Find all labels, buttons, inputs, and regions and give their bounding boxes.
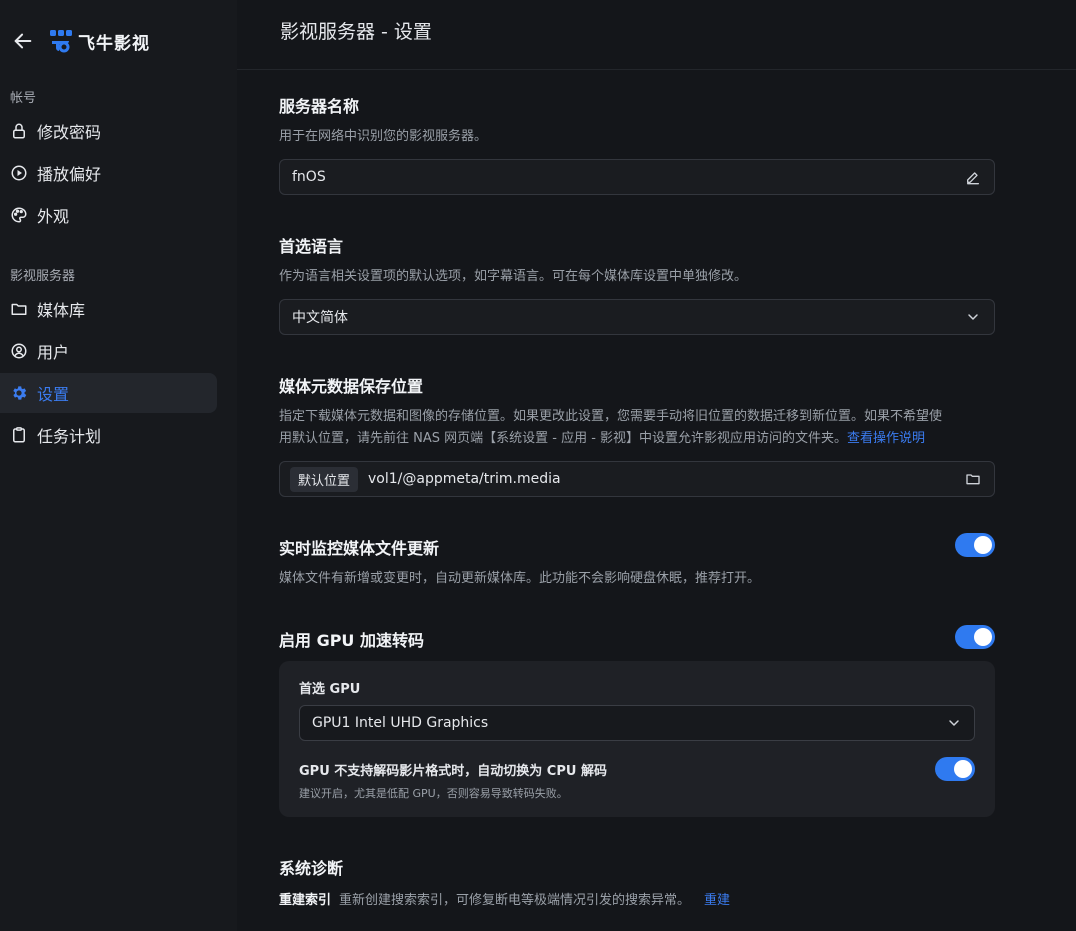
toggle-knob bbox=[954, 760, 972, 778]
metadata-desc-line-2: 用默认位置，请先前往 NAS 网页端【系统设置 - 应用 - 影视】中设置允许影… bbox=[279, 428, 999, 450]
folder-icon bbox=[10, 300, 28, 318]
realtime-monitor-toggle[interactable] bbox=[955, 533, 995, 557]
language-desc: 作为语言相关设置项的默认选项，如字幕语言。可在每个媒体库设置中单独修改。 bbox=[279, 269, 748, 284]
user-circle-icon bbox=[10, 342, 28, 360]
realtime-monitor-desc: 媒体文件有新增或变更时，自动更新媒体库。此功能不会影响硬盘休眠，推荐打开。 bbox=[279, 571, 761, 586]
play-circle-icon bbox=[10, 164, 28, 182]
sidebar-group-media-server: 影视服务器 bbox=[10, 269, 76, 284]
sidebar: 飞牛影视 帐号 修改密码 播放偏好 外观 影视服务器 媒体库 用户 设置 任务计… bbox=[0, 0, 237, 931]
chevron-down-icon bbox=[964, 308, 982, 326]
sidebar-item-playback-preferences[interactable]: 播放偏好 bbox=[0, 153, 217, 193]
view-instructions-link[interactable]: 查看操作说明 bbox=[847, 431, 925, 446]
server-name-field[interactable]: fnOS bbox=[279, 159, 995, 195]
language-value: 中文简体 bbox=[292, 310, 348, 326]
metadata-path-value: vol1/@appmeta/trim.media bbox=[368, 471, 561, 487]
folder-icon[interactable] bbox=[964, 470, 982, 488]
default-location-badge: 默认位置 bbox=[290, 466, 359, 492]
sidebar-item-label: 设置 bbox=[37, 385, 70, 404]
server-name-title: 服务器名称 bbox=[279, 97, 360, 116]
sidebar-item-label: 播放偏好 bbox=[37, 165, 102, 184]
metadata-desc-text: 用默认位置，请先前往 NAS 网页端【系统设置 - 应用 - 影视】中设置允许影… bbox=[279, 431, 848, 446]
edit-icon[interactable] bbox=[964, 168, 982, 186]
diagnostics-title: 系统诊断 bbox=[279, 859, 344, 878]
realtime-monitor-title: 实时监控媒体文件更新 bbox=[279, 539, 440, 558]
metadata-location-desc: 指定下载媒体元数据和图像的存储位置。如果更改此设置，您需要手动将旧位置的数据迁移… bbox=[279, 406, 999, 450]
sidebar-item-label: 媒体库 bbox=[37, 301, 86, 320]
arrow-left-icon bbox=[14, 33, 32, 49]
sidebar-item-label: 修改密码 bbox=[37, 123, 102, 142]
server-name-desc: 用于在网络中识别您的影视服务器。 bbox=[279, 129, 488, 144]
sidebar-item-scheduled-tasks[interactable]: 任务计划 bbox=[0, 415, 217, 455]
cpu-fallback-toggle[interactable] bbox=[935, 757, 975, 781]
server-name-value: fnOS bbox=[292, 169, 326, 185]
preferred-gpu-select[interactable]: GPU1 Intel UHD Graphics bbox=[299, 705, 975, 741]
app-name: 飞牛影视 bbox=[78, 33, 150, 54]
gpu-options-panel: 首选 GPU GPU1 Intel UHD Graphics GPU 不支持解码… bbox=[279, 661, 995, 817]
app-logo-icon bbox=[50, 30, 72, 53]
brand: 飞牛影视 bbox=[10, 24, 150, 58]
sidebar-group-account: 帐号 bbox=[10, 91, 37, 106]
gpu-transcode-toggle[interactable] bbox=[955, 625, 995, 649]
reindex-row: 重建索引 重新创建搜索索引，可修复断电等极端情况引发的搜索异常。 重建 bbox=[279, 889, 730, 908]
reindex-label: 重建索引 bbox=[279, 893, 332, 908]
metadata-desc-line-1: 指定下载媒体元数据和图像的存储位置。如果更改此设置，您需要手动将旧位置的数据迁移… bbox=[279, 409, 943, 424]
reindex-button[interactable]: 重建 bbox=[704, 889, 730, 908]
preferred-gpu-label: 首选 GPU bbox=[299, 682, 361, 697]
sidebar-item-appearance[interactable]: 外观 bbox=[0, 195, 217, 235]
toggle-knob bbox=[974, 628, 992, 646]
reindex-desc: 重新创建搜索索引，可修复断电等极端情况引发的搜索异常。 bbox=[339, 893, 691, 908]
clipboard-icon bbox=[10, 426, 28, 444]
cpu-fallback-desc: 建议开启，尤其是低配 GPU，否则容易导致转码失败。 bbox=[299, 787, 568, 800]
gpu-transcode-title: 启用 GPU 加速转码 bbox=[279, 631, 424, 650]
language-title: 首选语言 bbox=[279, 237, 344, 256]
sidebar-item-label: 外观 bbox=[37, 207, 70, 226]
lock-icon bbox=[10, 122, 28, 140]
gear-icon bbox=[10, 384, 28, 402]
main-content: 影视服务器 - 设置 服务器名称 用于在网络中识别您的影视服务器。 fnOS 首… bbox=[237, 0, 1076, 931]
sidebar-item-users[interactable]: 用户 bbox=[0, 331, 217, 371]
cpu-fallback-title: GPU 不支持解码影片格式时，自动切换为 CPU 解码 bbox=[299, 764, 607, 779]
palette-icon bbox=[10, 206, 28, 224]
page-title: 影视服务器 - 设置 bbox=[280, 21, 432, 43]
language-select[interactable]: 中文简体 bbox=[279, 299, 995, 335]
sidebar-item-media-library[interactable]: 媒体库 bbox=[0, 289, 217, 329]
metadata-location-title: 媒体元数据保存位置 bbox=[279, 377, 424, 396]
chevron-down-icon bbox=[946, 715, 962, 731]
sidebar-item-label: 用户 bbox=[37, 343, 70, 362]
back-button[interactable] bbox=[10, 28, 36, 54]
sidebar-item-settings[interactable]: 设置 bbox=[0, 373, 217, 413]
sidebar-item-label: 任务计划 bbox=[37, 427, 102, 446]
preferred-gpu-value: GPU1 Intel UHD Graphics bbox=[312, 715, 489, 731]
sidebar-item-change-password[interactable]: 修改密码 bbox=[0, 111, 217, 151]
metadata-path-field[interactable]: 默认位置 vol1/@appmeta/trim.media bbox=[279, 461, 995, 497]
toggle-knob bbox=[974, 536, 992, 554]
header: 影视服务器 - 设置 bbox=[237, 0, 1076, 70]
